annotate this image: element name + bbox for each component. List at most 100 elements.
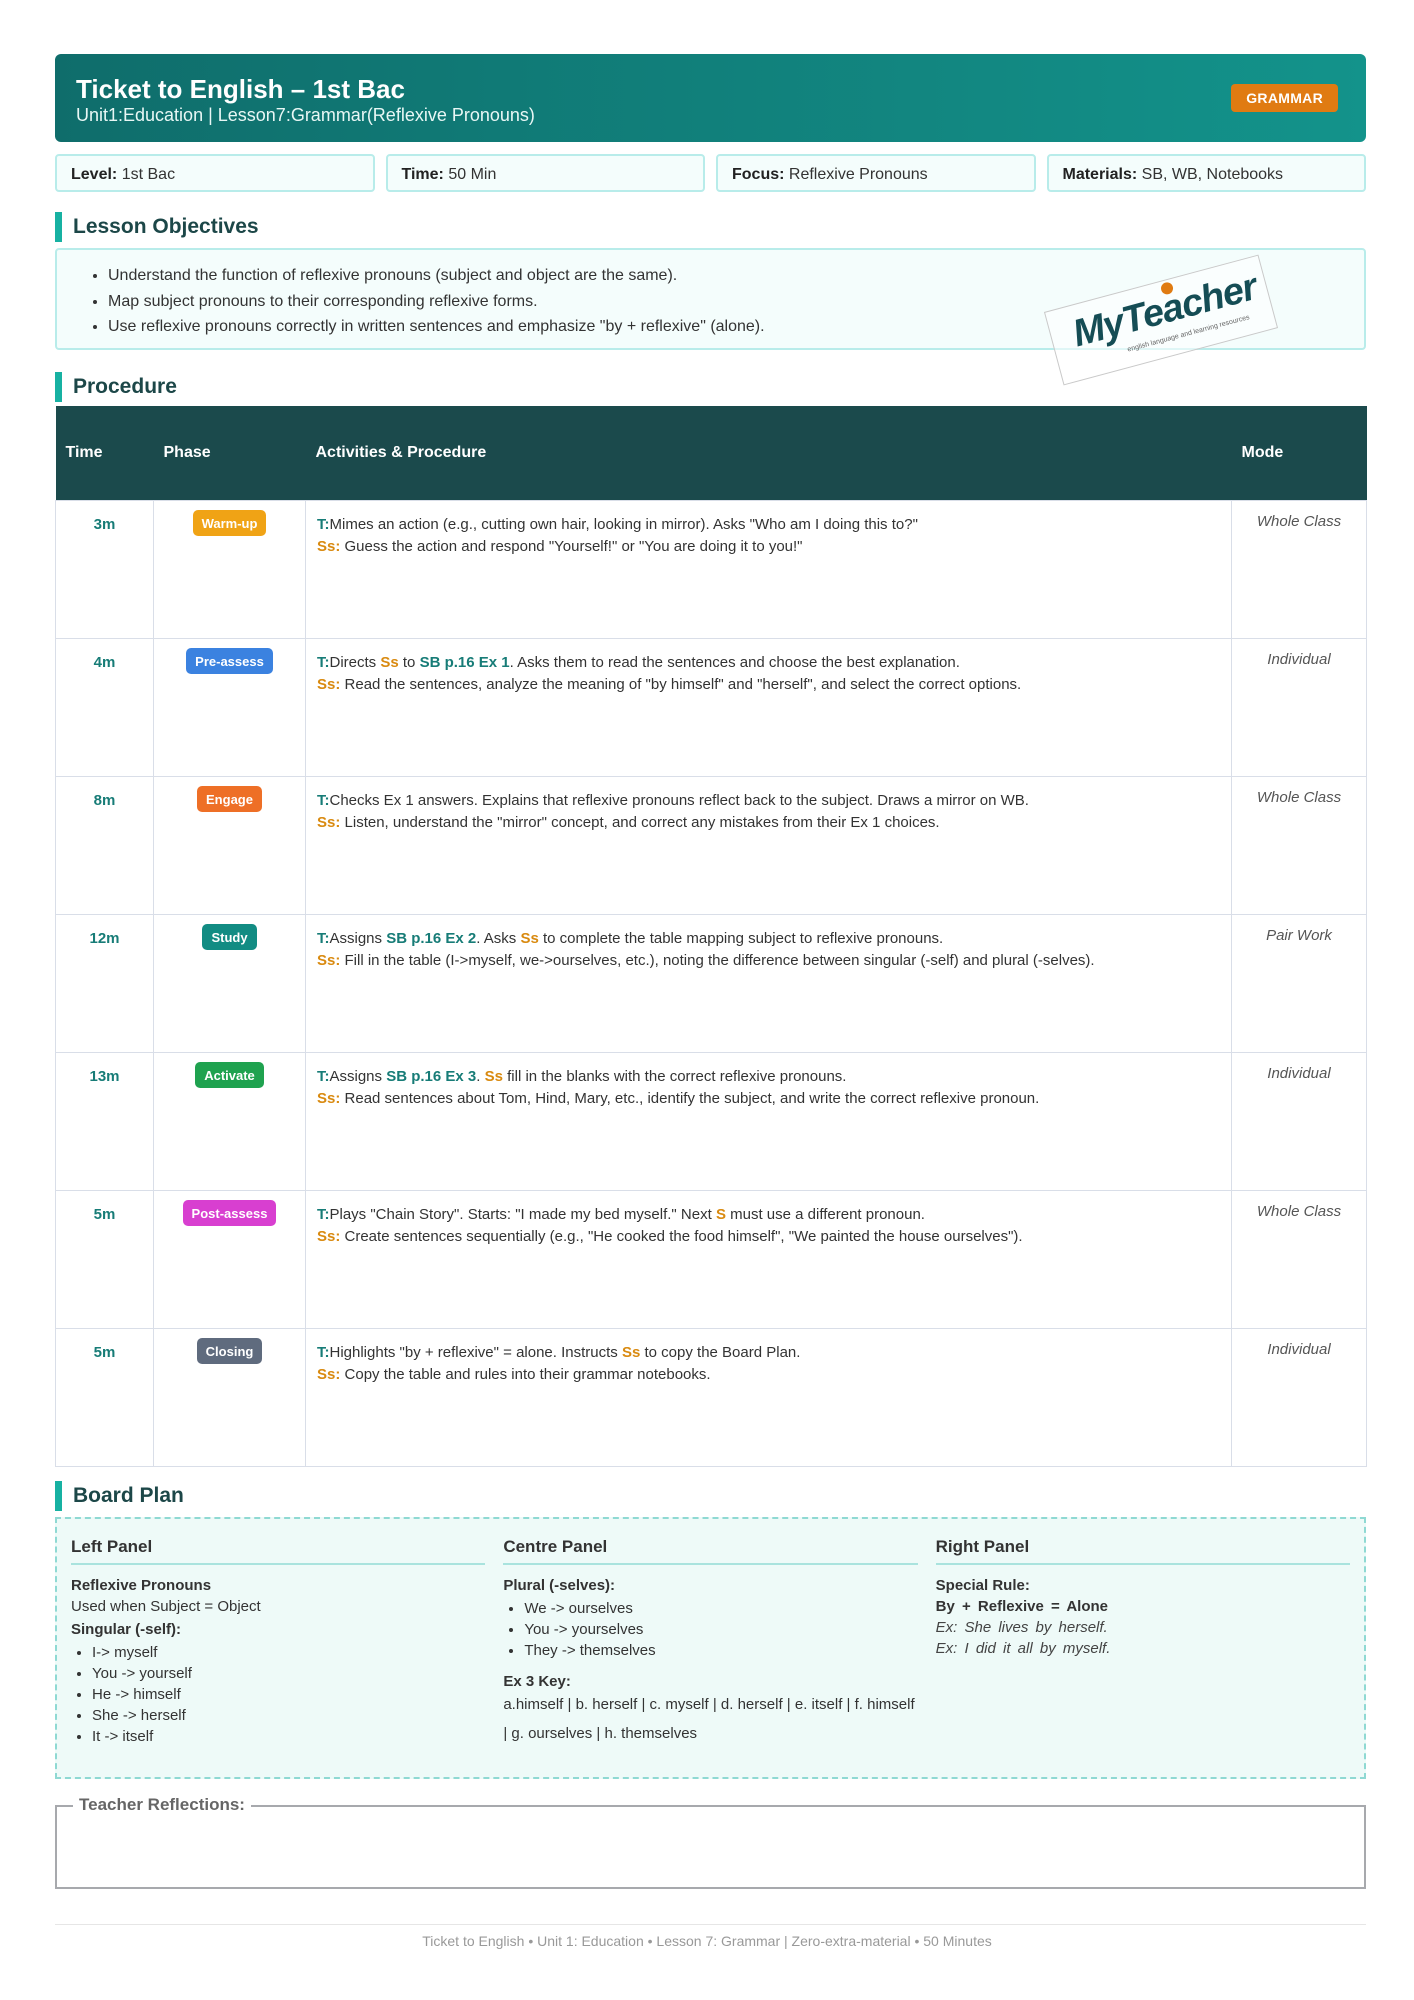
info-materials-label: Materials:	[1062, 166, 1138, 183]
right-panel: Right Panel Special Rule: By + Reflexive…	[935, 1537, 1350, 1777]
teacher-text: . Asks them to read the sentences and ch…	[509, 653, 960, 671]
teacher-reflections-label: Teacher Reflections:	[73, 1794, 251, 1815]
student-activity: Ss: Fill in the table (I->myself, we->ou…	[317, 950, 1221, 972]
row-time: 3m	[55, 499, 154, 639]
row-phase: Warm-up	[153, 499, 306, 639]
board-plan: Left Panel Reflexive Pronouns Used when …	[55, 1516, 1366, 1779]
procedure-header-row: Time Phase Activities & Procedure Mode	[55, 406, 1367, 500]
students-label: Ss:	[317, 1365, 341, 1383]
list-item: She -> herself	[92, 1705, 485, 1726]
students-text: Read sentences about Tom, Hind, Mary, et…	[344, 1089, 1040, 1107]
special-rule-label: Special Rule:	[935, 1576, 1030, 1594]
row-mode: Individual	[1231, 1051, 1367, 1191]
lesson-header: Ticket to English – 1st Bac Unit1:Educat…	[55, 54, 1366, 142]
row-activities: T:Assigns SB p.16 Ex 2. Asks Ss to compl…	[305, 913, 1232, 1053]
student-activity: Ss: Read the sentences, analyze the mean…	[317, 674, 1221, 696]
student-activity: Ss: Create sentences sequentially (e.g.,…	[317, 1226, 1221, 1248]
info-materials: Materials: SB, WB, Notebooks	[1046, 154, 1366, 192]
procedure-title: Procedure	[55, 372, 1366, 402]
row-mode: Pair Work	[1231, 913, 1367, 1053]
students-label: Ss:	[317, 675, 341, 693]
students-text: Listen, understand the "mirror" concept,…	[344, 813, 940, 831]
row-time: 4m	[55, 637, 154, 777]
centre-panel: Centre Panel Plural (-selves): We -> our…	[503, 1537, 918, 1777]
teacher-label: T:	[317, 1205, 330, 1223]
row-time: 5m	[55, 1327, 154, 1467]
students-text: Read the sentences, analyze the meaning …	[344, 675, 1022, 693]
teacher-text: Assigns	[329, 1067, 387, 1085]
procedure-row: 4m Pre-assess T:Directs Ss to SB p.16 Ex 1…	[55, 637, 1367, 777]
book-ref: SB p.16 Ex 1	[419, 653, 510, 671]
teacher-activity: T:Highlights "by + reflexive" = alone. I…	[317, 1342, 1221, 1364]
left-panel-subheading: Singular (-self):	[71, 1620, 182, 1638]
teacher-text: Assigns	[329, 929, 387, 947]
students-ref: Ss	[484, 1067, 503, 1085]
row-activities: T:Highlights "by + reflexive" = alone. I…	[305, 1327, 1232, 1467]
procedure-row: 13m Activate T:Assigns SB p.16 Ex 3. Ss fi…	[55, 1051, 1367, 1191]
info-row: Level: 1st Bac Time: 50 Min Focus: Refle…	[55, 154, 1366, 192]
students-text: Copy the table and rules into their gram…	[344, 1365, 711, 1383]
students-text: Guess the action and respond "Yourself!"…	[344, 537, 803, 555]
row-mode: Whole Class	[1231, 499, 1367, 639]
footer-divider	[55, 1924, 1366, 1925]
col-mode-header: Mode	[1241, 443, 1284, 461]
students-text: Create sentences sequentially (e.g., "He…	[344, 1227, 1023, 1245]
teacher-label: T:	[317, 653, 330, 671]
students-label: Ss:	[317, 951, 341, 969]
students-label: Ss:	[317, 813, 341, 831]
left-panel-heading: Reflexive Pronouns	[71, 1576, 212, 1594]
student-activity: Ss: Guess the action and respond "Yourse…	[317, 536, 1221, 558]
row-time: 8m	[55, 775, 154, 915]
teacher-text: fill in the blanks with the correct refl…	[502, 1067, 847, 1085]
procedure-row: 12m Study T:Assigns SB p.16 Ex 2. Asks Ss …	[55, 913, 1367, 1053]
students-ref: Ss	[621, 1343, 641, 1361]
row-phase: Study	[153, 913, 306, 1053]
teacher-text: to copy the Board Plan.	[640, 1343, 801, 1361]
teacher-label: T:	[317, 929, 330, 947]
student-activity: Ss: Listen, understand the "mirror" conc…	[317, 812, 1221, 834]
students-label: Ss:	[317, 1089, 341, 1107]
teacher-label: T:	[317, 1343, 330, 1361]
row-activities: T:Plays "Chain Story". Starts: "I made m…	[305, 1189, 1232, 1329]
row-phase: Closing	[153, 1327, 306, 1467]
plural-list: We -> ourselves You -> yourselves They -…	[503, 1598, 917, 1661]
students-ref: S	[715, 1205, 726, 1223]
procedure-row: 5m Post-assess T:Plays "Chain Story". Star…	[55, 1189, 1367, 1329]
rule-example-1: Ex: She lives by herself.	[935, 1618, 1108, 1636]
list-item: You -> yourself	[92, 1663, 485, 1684]
phase-badge: Pre-assess	[186, 647, 273, 674]
row-activities: T:Assigns SB p.16 Ex 3. Ss fill in the b…	[305, 1051, 1232, 1191]
teacher-text: Directs	[329, 653, 381, 671]
grammar-badge: GRAMMAR	[1231, 84, 1338, 112]
students-ref: Ss	[520, 929, 539, 947]
teacher-text: to	[398, 653, 420, 671]
teacher-text: must use a different pronoun.	[725, 1205, 925, 1223]
rule-example-2: Ex: I did it all by myself.	[935, 1639, 1111, 1657]
teacher-text: Highlights "by + reflexive" = alone. Ins…	[329, 1343, 622, 1361]
teacher-reflections-box[interactable]: Teacher Reflections:	[55, 1794, 1366, 1889]
phase-badge: Study	[202, 923, 257, 950]
teacher-label: T:	[317, 791, 330, 809]
info-focus: Focus: Reflexive Pronouns	[716, 154, 1036, 192]
right-panel-title: Right Panel	[935, 1537, 1350, 1565]
book-ref: SB p.16 Ex 2	[386, 929, 477, 947]
teacher-text: .	[476, 1067, 485, 1085]
info-focus-label: Focus:	[732, 166, 785, 183]
procedure-row: 3m Warm-up T:Mimes an action (e.g., cuttin…	[55, 499, 1367, 639]
teacher-label: T:	[317, 1067, 330, 1085]
teacher-label: T:	[317, 515, 330, 533]
phase-badge: Engage	[197, 785, 262, 812]
info-level-value: 1st Bac	[121, 166, 176, 183]
info-materials-value: SB, WB, Notebooks	[1141, 166, 1284, 183]
left-panel-title: Left Panel	[71, 1537, 486, 1565]
left-panel: Left Panel Reflexive Pronouns Used when …	[71, 1537, 486, 1777]
info-time: Time: 50 Min	[385, 154, 705, 192]
page-footer: Ticket to English • Unit 1: Education • …	[422, 1933, 992, 1949]
info-level-label: Level:	[71, 166, 118, 183]
teacher-text: Plays "Chain Story". Starts: "I made my …	[329, 1205, 716, 1223]
teacher-text: to complete the table mapping subject to…	[538, 929, 944, 947]
row-activities: T:Directs Ss to SB p.16 Ex 1. Asks them …	[305, 637, 1232, 777]
student-activity: Ss: Read sentences about Tom, Hind, Mary…	[317, 1088, 1221, 1110]
students-ref: Ss	[380, 653, 399, 671]
row-mode: Individual	[1231, 1327, 1367, 1467]
